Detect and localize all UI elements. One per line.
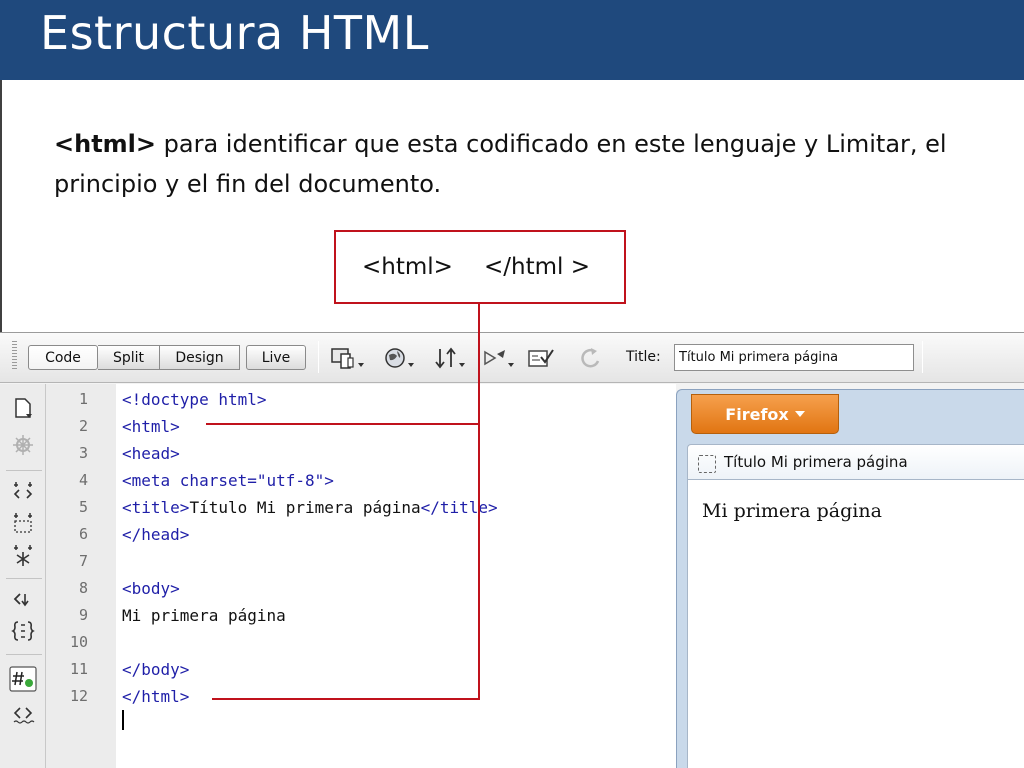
toolbar-separator [6, 578, 42, 579]
validate-icon[interactable] [526, 345, 562, 371]
callout-connector-close-tag [212, 698, 480, 700]
code-view-button[interactable]: Code [28, 345, 98, 370]
code-line[interactable]: <html> [122, 417, 180, 436]
title-field-label: Title: [626, 349, 661, 365]
visual-aids-icon[interactable] [482, 345, 518, 371]
code-line[interactable]: <body> [122, 579, 180, 598]
code-text: Mi primera página [122, 606, 286, 625]
code-tag: <body> [122, 579, 180, 598]
document-title-input[interactable] [674, 344, 914, 371]
firefox-menu-button[interactable]: Firefox [691, 394, 839, 434]
multiscreen-icon[interactable] [330, 345, 366, 371]
code-line[interactable]: <title>Título Mi primera página</title> [122, 498, 498, 517]
page-favicon-icon [698, 455, 716, 473]
toolbar-separator [922, 341, 923, 373]
toolbar-separator [6, 654, 42, 655]
code-tag: <title> [122, 498, 190, 517]
code-line[interactable]: </body> [122, 660, 189, 679]
balance-braces-icon[interactable] [10, 618, 36, 644]
toolbar-separator [6, 470, 42, 471]
browser-preview-window: Firefox Título Mi primera página Mi prim… [676, 389, 1024, 768]
line-number-gutter: 1 2 3 4 5 6 7 8 9 10 11 12 [46, 384, 116, 768]
code-tag: <!doctype html> [122, 390, 267, 409]
line-number: 4 [78, 471, 88, 489]
text-caret [122, 710, 124, 730]
show-code-navigator-icon[interactable] [10, 432, 36, 458]
description-text: para identificar que esta codificado en … [54, 130, 947, 198]
browser-tab[interactable]: Título Mi primera página [687, 444, 1024, 480]
slide-title-bar: Estructura HTML [0, 0, 1024, 80]
expand-all-icon[interactable] [10, 542, 36, 568]
slide-description: <html> para identificar que esta codific… [54, 124, 954, 204]
callout-close-tag: </html > [484, 254, 590, 280]
open-documents-icon[interactable] [10, 396, 36, 422]
file-management-icon[interactable] [432, 345, 468, 371]
rendered-page-text: Mi primera página [702, 500, 882, 522]
browser-tab-title: Título Mi primera página [724, 453, 908, 471]
line-number: 3 [78, 444, 88, 462]
code-line[interactable]: <head> [122, 444, 180, 463]
line-number: 1 [78, 390, 88, 408]
editor-window: Code Split Design Live Title: Título Mi … [0, 332, 1024, 768]
line-number: 12 [69, 687, 88, 705]
code-text: Título Mi primera página [189, 498, 421, 517]
line-number: 9 [78, 606, 88, 624]
line-number: 8 [78, 579, 88, 597]
select-parent-tag-icon[interactable] [10, 586, 36, 612]
coding-toolbar [0, 384, 46, 768]
line-numbers-icon[interactable] [9, 666, 37, 692]
firefox-menu-label: Firefox [725, 404, 789, 424]
collapse-full-tag-icon[interactable] [10, 478, 36, 504]
code-tag: </head> [122, 525, 190, 544]
slide-frame-line [0, 80, 2, 340]
split-view-button[interactable]: Split [98, 345, 160, 370]
code-tag: > [324, 471, 334, 490]
code-tag: </title> [420, 498, 498, 517]
code-string: "utf-8" [256, 471, 325, 490]
browser-viewport: Mi primera página [687, 480, 1024, 768]
live-view-button[interactable]: Live [246, 345, 306, 370]
callout-connector-vertical [478, 304, 480, 700]
code-line[interactable]: Mi primera página [122, 606, 286, 625]
code-tag: <html> [122, 417, 180, 436]
design-view-button[interactable]: Design [160, 345, 240, 370]
code-line[interactable]: </html> [122, 687, 189, 706]
refresh-icon[interactable] [576, 345, 612, 371]
word-wrap-icon[interactable] [10, 702, 36, 728]
document-toolbar: Code Split Design Live Title: Título Mi … [0, 333, 1024, 383]
code-line[interactable]: </head> [122, 525, 189, 544]
callout-open-tag: <html> [362, 254, 453, 280]
chevron-down-icon [794, 411, 805, 417]
preview-globe-icon[interactable] [382, 345, 418, 371]
code-line[interactable]: <meta charset="utf-8"> [122, 471, 334, 490]
line-number: 6 [78, 525, 88, 543]
line-number: 10 [69, 633, 88, 651]
code-tag: </body> [122, 660, 190, 679]
line-number: 11 [69, 660, 88, 678]
toolbar-separator [318, 341, 319, 373]
line-number: 7 [78, 552, 88, 570]
line-number: 5 [78, 498, 88, 516]
code-line[interactable]: <!doctype html> [122, 390, 267, 409]
code-tag: <head> [122, 444, 180, 463]
code-tag: </html> [122, 687, 190, 706]
code-tag: <meta charset= [122, 471, 257, 490]
toolbar-grip[interactable] [12, 341, 17, 371]
callout-connector-open-tag [206, 423, 480, 425]
description-bold: <html> [54, 130, 157, 158]
line-number: 2 [78, 417, 88, 435]
slide-title: Estructura HTML [40, 6, 429, 60]
html-tag-callout: <html> </html > [334, 230, 626, 304]
collapse-selection-icon[interactable] [10, 510, 36, 536]
code-editor[interactable]: <!doctype html> <html> <head> <meta charset… [116, 384, 676, 768]
